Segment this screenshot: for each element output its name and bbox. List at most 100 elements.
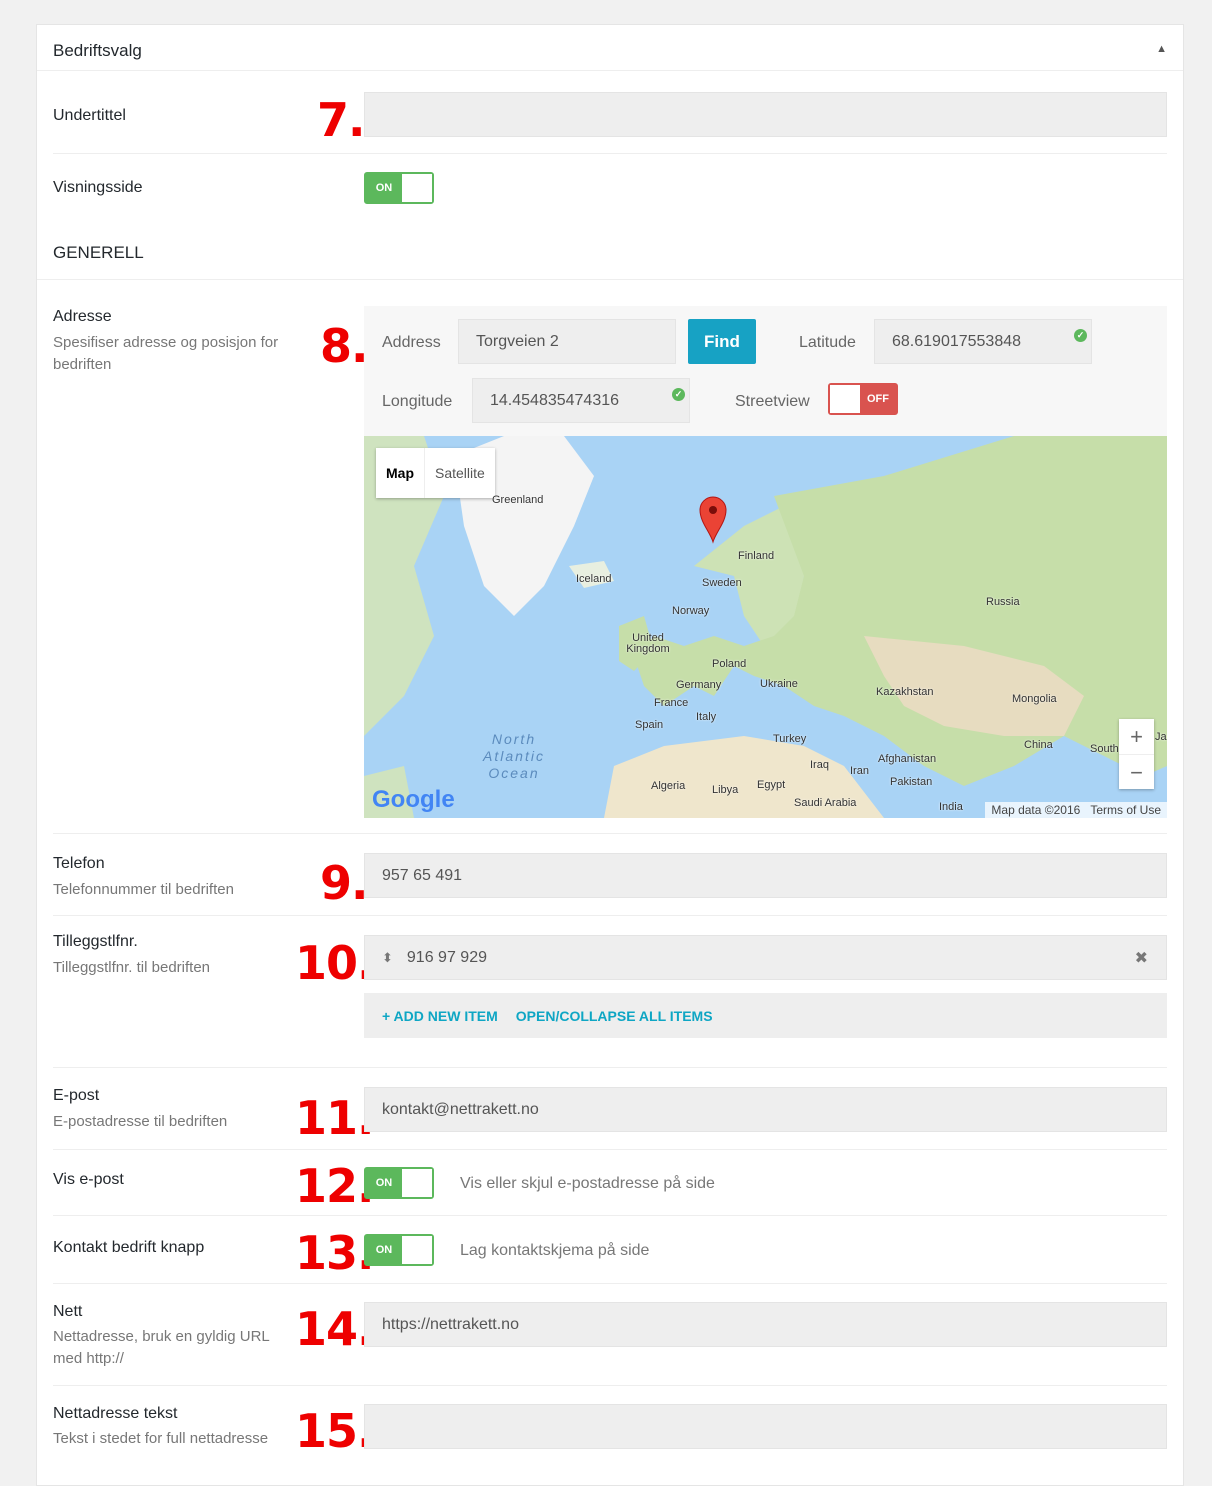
nettadresse-tekst-label: Nettadresse tekst xyxy=(53,1405,178,1422)
place-label: Algeria xyxy=(651,780,686,792)
map-tab[interactable]: Map xyxy=(376,448,424,498)
marker-15: 15. xyxy=(295,1404,374,1458)
undertittel-input[interactable] xyxy=(364,92,1167,137)
place-label: South xyxy=(1090,743,1119,755)
place-label: Ja xyxy=(1155,731,1167,743)
company-options-panel: Bedriftsvalg ▲ Undertittel 7. Visningssi… xyxy=(36,24,1184,1486)
telefon-label: Telefon xyxy=(53,855,105,872)
toggle-on-label: ON xyxy=(366,1169,402,1197)
telefon-input[interactable]: 957 65 491 xyxy=(364,853,1167,898)
longitude-input[interactable]: 14.454835474316 xyxy=(472,378,690,423)
place-label: Russia xyxy=(986,596,1020,608)
place-label: Egypt xyxy=(757,779,786,791)
latitude-input[interactable]: 68.619017553848 xyxy=(874,319,1092,364)
place-label: Germany xyxy=(676,679,722,691)
kontakt-help: Lag kontaktskjema på side xyxy=(460,1242,650,1259)
place-label: Finland xyxy=(738,550,775,562)
zoom-in-button[interactable]: + xyxy=(1119,719,1154,754)
kontakt-toggle[interactable]: ON xyxy=(364,1234,434,1266)
place-label: Pakistan xyxy=(890,776,933,788)
place-label: Sweden xyxy=(702,577,742,589)
marker-11: 11. xyxy=(295,1091,374,1145)
place-label: France xyxy=(654,697,689,709)
remove-item-icon[interactable]: ✖ xyxy=(1135,948,1148,968)
nett-input[interactable]: https://nettrakett.no xyxy=(364,1302,1167,1347)
zoom-out-button[interactable]: − xyxy=(1119,754,1154,790)
nett-desc: Nettadresse, bruk en gyldig URL med http… xyxy=(53,1328,270,1367)
marker-9: 9. xyxy=(320,856,368,910)
map-data-text: Map data ©2016 xyxy=(991,803,1081,817)
marker-14: 14. xyxy=(295,1302,374,1356)
vis-epost-toggle[interactable]: ON xyxy=(364,1167,434,1199)
map-widget[interactable]: Map Satellite Greenland Iceland Finland Swe… xyxy=(364,436,1167,818)
tillegg-item-value[interactable]: 916 97 929 xyxy=(407,949,487,967)
place-label: India xyxy=(939,801,963,813)
epost-desc: E-postadresse til bedriften xyxy=(53,1113,228,1130)
satellite-tab[interactable]: Satellite xyxy=(424,448,495,498)
place-label: Greenland xyxy=(492,494,544,506)
adresse-desc: Spesifiser adresse og posisjon for bedri… xyxy=(53,334,279,373)
latitude-label: Latitude xyxy=(799,334,856,351)
place-label: Mongolia xyxy=(1012,693,1057,705)
place-label: Afghanistan xyxy=(878,753,937,765)
location-marker-icon[interactable] xyxy=(698,494,728,544)
place-label: Iceland xyxy=(576,573,612,585)
place-label: Ukraine xyxy=(760,678,798,690)
open-collapse-all-button[interactable]: OPEN/COLLAPSE ALL ITEMS xyxy=(516,1008,713,1024)
place-label: Spain xyxy=(635,719,664,731)
map-type-control: Map Satellite xyxy=(376,448,495,498)
kontakt-label: Kontakt bedrift knapp xyxy=(53,1239,205,1256)
place-label: Iran xyxy=(850,765,869,777)
terms-link[interactable]: Terms of Use xyxy=(1090,803,1161,817)
tillegg-label: Tilleggstlfnr. xyxy=(53,933,138,950)
panel-title: Bedriftsvalg xyxy=(53,41,142,60)
place-label: United Kingdom xyxy=(626,632,670,655)
place-label: Iraq xyxy=(810,759,829,771)
sort-handle-icon[interactable]: ⬍ xyxy=(382,950,393,966)
place-label: Saudi Arabia xyxy=(794,797,857,809)
undertittel-label: Undertittel xyxy=(53,107,126,124)
epost-input[interactable]: kontakt@nettrakett.no xyxy=(364,1087,1167,1132)
place-label: Libya xyxy=(712,784,739,796)
vis-epost-label: Vis e-post xyxy=(53,1171,124,1188)
collapse-toggle-icon[interactable]: ▲ xyxy=(1156,43,1167,55)
repeater-actions: + ADD NEW ITEM OPEN/COLLAPSE ALL ITEMS xyxy=(364,993,1167,1038)
streetview-label: Streetview xyxy=(735,393,810,410)
eurasia-land xyxy=(634,436,1167,786)
toggle-on-label: ON xyxy=(366,1236,402,1264)
address-box: Address Torgveien 2 Find Latitude 68.619… xyxy=(364,306,1167,436)
place-label: Poland xyxy=(712,658,747,670)
generell-heading: GENERELL xyxy=(53,243,144,262)
streetview-toggle[interactable]: OFF xyxy=(828,383,898,415)
map-attribution: Map data ©2016 Terms of Use xyxy=(985,802,1167,818)
latitude-valid-icon: ✓ xyxy=(1074,329,1087,342)
place-label: Turkey xyxy=(773,733,807,745)
nettadresse-tekst-input[interactable] xyxy=(364,1404,1167,1449)
find-button[interactable]: Find xyxy=(688,319,756,364)
add-new-item-button[interactable]: + ADD NEW ITEM xyxy=(382,1008,498,1024)
ocean-label: North Atlantic Ocean xyxy=(483,731,545,781)
tillegg-desc: Tilleggstlfnr. til bedriften xyxy=(53,959,211,976)
visningsside-toggle[interactable]: ON xyxy=(364,172,434,204)
place-label: China xyxy=(1024,739,1053,751)
place-label: Norway xyxy=(672,605,710,617)
epost-label: E-post xyxy=(53,1087,100,1104)
address-input[interactable]: Torgveien 2 xyxy=(458,319,676,364)
google-logo: Google xyxy=(372,786,455,813)
address-label: Address xyxy=(382,334,441,351)
place-label: Italy xyxy=(696,711,717,723)
place-label: Kazakhstan xyxy=(876,686,934,698)
marker-8: 8. xyxy=(320,319,368,373)
adresse-label: Adresse xyxy=(53,308,112,325)
vis-epost-help: Vis eller skjul e-postadresse på side xyxy=(460,1175,715,1192)
marker-7: 7. xyxy=(317,93,365,147)
nettadresse-tekst-desc: Tekst i stedet for full nettadresse xyxy=(53,1430,269,1447)
visningsside-label: Visningsside xyxy=(53,179,143,196)
nett-label: Nett xyxy=(53,1303,83,1320)
longitude-valid-icon: ✓ xyxy=(672,388,685,401)
marker-10: 10. xyxy=(295,936,374,990)
toggle-on-label: ON xyxy=(366,174,402,202)
marker-13: 13. xyxy=(295,1226,374,1280)
tillegg-item: ⬍ 916 97 929 ✖ xyxy=(364,935,1167,980)
toggle-off-label: OFF xyxy=(860,385,896,413)
